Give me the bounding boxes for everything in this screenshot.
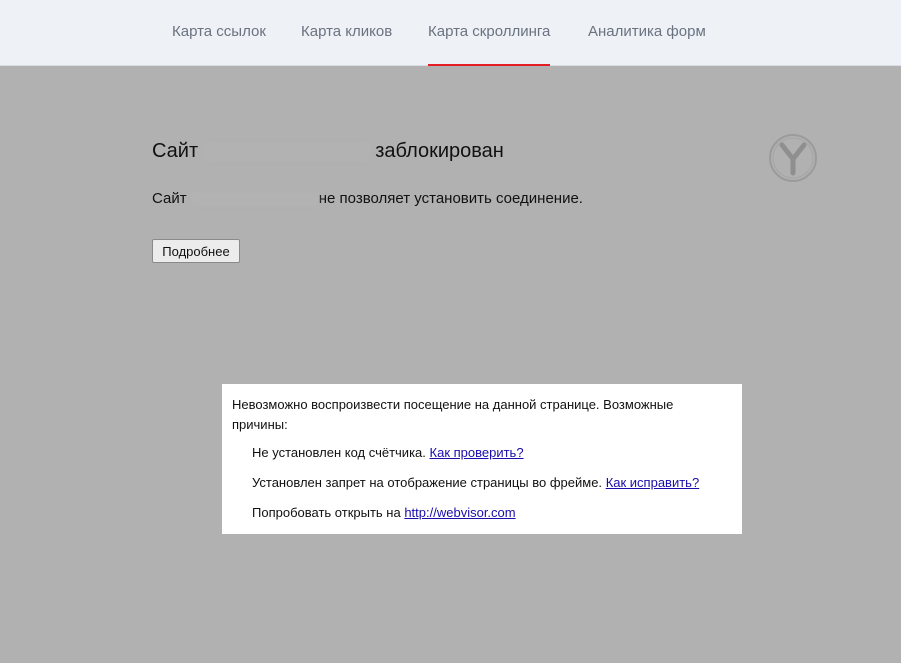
- webvisor-error-dialog: Невозможно воспроизвести посещение на да…: [222, 384, 742, 534]
- tab-link-map[interactable]: Карта ссылок: [172, 0, 266, 66]
- desc-prefix: Сайт: [152, 190, 187, 207]
- tab-click-map[interactable]: Карта кликов: [301, 0, 392, 66]
- tab-scroll-map[interactable]: Карта скроллинга: [428, 0, 551, 66]
- reason-item: Не установлен код счётчика. Как проверит…: [252, 445, 524, 460]
- tab-form-analytics[interactable]: Аналитика форм: [588, 0, 706, 66]
- desc-suffix: не позволяет установить соединение.: [318, 190, 583, 207]
- blurred-site-name: [203, 142, 370, 161]
- blocked-page-description: Сайт не позволяет установить соединение.: [152, 190, 583, 207]
- reason-item: Установлен запрет на отображение страниц…: [252, 475, 699, 490]
- tab-label: Карта скроллинга: [428, 23, 551, 40]
- title-prefix: Сайт: [152, 140, 199, 162]
- details-button[interactable]: Подробнее: [152, 239, 240, 263]
- how-to-fix-link[interactable]: Как исправить?: [606, 475, 700, 490]
- active-tab-indicator: [428, 64, 551, 66]
- how-to-check-link[interactable]: Как проверить?: [430, 445, 524, 460]
- tab-label: Карта ссылок: [172, 23, 266, 40]
- top-navigation: Карта ссылок Карта кликов Карта скроллин…: [0, 0, 901, 66]
- error-message: Невозможно воспроизвести посещение на да…: [232, 397, 674, 432]
- yandex-browser-logo-icon: [768, 133, 818, 183]
- reason-text: Установлен запрет на отображение страниц…: [252, 475, 603, 490]
- blurred-site-name: [190, 192, 319, 207]
- reason-item: Попробовать открыть на http://webvisor.c…: [252, 505, 516, 520]
- reason-text: Не установлен код счётчика.: [252, 445, 426, 460]
- webvisor-link[interactable]: http://webvisor.com: [404, 505, 515, 520]
- title-suffix: заблокирован: [375, 140, 504, 162]
- tab-label: Аналитика форм: [588, 23, 706, 40]
- tab-label: Карта кликов: [301, 23, 393, 40]
- reason-text: Попробовать открыть на: [252, 505, 401, 520]
- blocked-page-title: Сайт заблокирован: [152, 140, 504, 163]
